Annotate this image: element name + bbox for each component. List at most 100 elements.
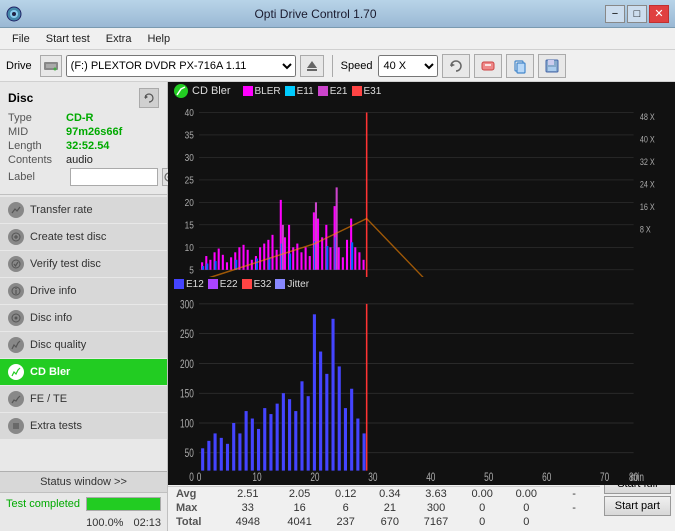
legend-bler: BLER: [243, 86, 281, 97]
menu-starttest[interactable]: Start test: [38, 31, 98, 47]
jitter-color: [275, 279, 285, 289]
nav-transfer-rate-label: Transfer rate: [30, 204, 93, 216]
legend-e11: E11: [285, 86, 314, 97]
e31-color: [352, 86, 362, 96]
menu-file[interactable]: File: [4, 31, 38, 47]
close-button[interactable]: ✕: [649, 5, 669, 23]
refresh-button[interactable]: [442, 54, 470, 78]
progress-bar: [86, 497, 161, 511]
menu-extra[interactable]: Extra: [98, 31, 140, 47]
stats-cell: 0: [504, 515, 548, 529]
fe-te-icon: [8, 391, 24, 407]
speed-label: Speed: [341, 60, 373, 72]
window-controls: − □ ✕: [605, 5, 669, 23]
svg-text:300: 300: [180, 299, 194, 312]
start-part-button[interactable]: Start part: [604, 496, 671, 516]
svg-text:40: 40: [426, 471, 435, 484]
e32-color: [242, 279, 252, 289]
stats-cell: 6: [324, 501, 368, 515]
svg-text:50: 50: [484, 471, 493, 484]
chart1-icon: [174, 84, 188, 98]
create-test-disc-icon: [8, 229, 24, 245]
chart1-header: CD Bler BLER E11 E21 E31: [168, 82, 675, 100]
drive-select[interactable]: (F:) PLEXTOR DVDR PX-716A 1.11: [66, 55, 296, 77]
bler-color: [243, 86, 253, 96]
nav-create-test-disc[interactable]: Create test disc: [0, 224, 167, 250]
svg-text:150: 150: [180, 388, 194, 401]
svg-text:30: 30: [368, 471, 377, 484]
label-input[interactable]: [70, 168, 158, 186]
disc-refresh-button[interactable]: [139, 88, 159, 108]
e21-label: E21: [330, 86, 348, 97]
nav-create-test-disc-label: Create test disc: [30, 231, 106, 243]
e12-label: E12: [186, 279, 204, 290]
nav-cd-bler[interactable]: CD Bler: [0, 359, 167, 385]
copy-button[interactable]: [506, 54, 534, 78]
nav-transfer-rate[interactable]: Transfer rate: [0, 197, 167, 223]
legend-e12: E12: [174, 279, 204, 290]
legend-e22: E22: [208, 279, 238, 290]
stats-cell: 21: [368, 501, 412, 515]
nav-disc-quality[interactable]: Disc quality: [0, 332, 167, 358]
e11-color: [285, 86, 295, 96]
svg-text:0: 0: [189, 471, 194, 484]
drive-label: Drive: [6, 60, 32, 72]
nav-drive-info[interactable]: Drive info: [0, 278, 167, 304]
stats-cell: -: [548, 501, 599, 515]
window-title: Opti Drive Control 1.70: [26, 7, 605, 21]
type-value: CD-R: [66, 112, 94, 124]
nav-extra-tests[interactable]: Extra tests: [0, 413, 167, 439]
stats-cell: 0.00: [504, 487, 548, 502]
e31-label: E31: [364, 86, 382, 97]
nav-fe-te-label: FE / TE: [30, 393, 67, 405]
nav-fe-te[interactable]: FE / TE: [0, 386, 167, 412]
jitter-label: Jitter: [287, 279, 309, 290]
maximize-button[interactable]: □: [627, 5, 647, 23]
extra-tests-icon: [8, 418, 24, 434]
e12-color: [174, 279, 184, 289]
minimize-button[interactable]: −: [605, 5, 625, 23]
status-window-button[interactable]: Status window >>: [0, 471, 167, 493]
chart-area: CD Bler BLER E11 E21 E31: [168, 82, 675, 531]
stats-cell: 0: [460, 501, 504, 515]
stats-cell: 0.34: [368, 487, 412, 502]
speed-select[interactable]: 40 X: [378, 55, 438, 77]
sidebar-nav: Transfer rate Create test disc Verify te…: [0, 195, 167, 471]
nav-extra-tests-label: Extra tests: [30, 420, 82, 432]
erase-button[interactable]: [474, 54, 502, 78]
disc-quality-icon: [8, 337, 24, 353]
type-label: Type: [8, 112, 66, 124]
stats-row-label: Total: [168, 515, 220, 529]
svg-text:20: 20: [185, 197, 194, 208]
stats-cell: 4041: [276, 515, 324, 529]
stats-cell: 0: [460, 515, 504, 529]
svg-text:16 X: 16 X: [640, 202, 655, 212]
stats-cell: -: [548, 487, 599, 502]
svg-text:15: 15: [185, 220, 194, 231]
progress-fill: [87, 498, 160, 510]
svg-text:5: 5: [189, 265, 194, 276]
svg-text:0: 0: [197, 471, 202, 484]
svg-text:20: 20: [310, 471, 319, 484]
svg-text:48 X: 48 X: [640, 112, 655, 122]
legend-e21: E21: [318, 86, 348, 97]
svg-text:10: 10: [252, 471, 261, 484]
nav-disc-quality-label: Disc quality: [30, 339, 86, 351]
separator: [332, 55, 333, 77]
disc-panel: Disc Type CD-R MID 97m26s66f Length 32:5…: [0, 82, 167, 195]
chart1-svg: 40 35 30 25 20 15 10 5 0 0 10 20 30 40 5…: [168, 100, 675, 294]
stats-cell: 3.63: [412, 487, 460, 502]
drive-info-icon: [8, 283, 24, 299]
elapsed-time: 02:13: [133, 517, 161, 529]
stats-cell: [548, 515, 599, 529]
stats-row-label: Max: [168, 501, 220, 515]
progress-percent: 100.0%: [86, 517, 123, 529]
menu-help[interactable]: Help: [139, 31, 178, 47]
eject-button[interactable]: [300, 55, 324, 77]
nav-verify-test-disc-label: Verify test disc: [30, 258, 101, 270]
save-button[interactable]: [538, 54, 566, 78]
nav-verify-test-disc[interactable]: Verify test disc: [0, 251, 167, 277]
stats-cell: 670: [368, 515, 412, 529]
nav-disc-info[interactable]: Disc info: [0, 305, 167, 331]
stats-cell: 16: [276, 501, 324, 515]
